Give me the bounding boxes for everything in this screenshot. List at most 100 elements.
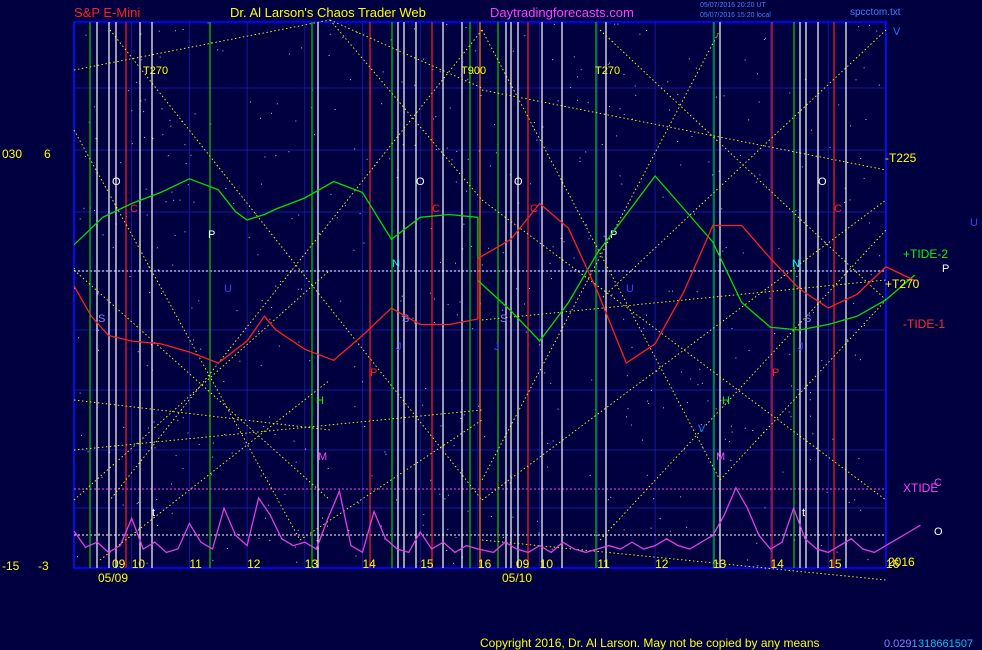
star-dot xyxy=(97,329,99,331)
star-dot xyxy=(342,37,344,38)
star-dot xyxy=(801,166,803,168)
star-dot xyxy=(401,81,403,83)
star-dot xyxy=(449,107,451,109)
star-dot xyxy=(609,106,610,108)
star-dot xyxy=(446,24,448,25)
star-dot xyxy=(646,30,648,31)
event-marker-label: C xyxy=(130,203,138,215)
star-dot xyxy=(173,199,175,201)
star-dot xyxy=(314,134,315,136)
star-dot xyxy=(755,181,757,183)
star-dot xyxy=(98,349,99,351)
star-dot xyxy=(580,69,582,71)
star-dot xyxy=(328,55,330,56)
star-dot xyxy=(268,416,270,418)
star-dot xyxy=(288,151,290,153)
star-dot xyxy=(630,424,632,426)
star-dot xyxy=(146,365,148,367)
star-dot xyxy=(288,53,290,55)
star-dot xyxy=(688,58,690,60)
star-dot xyxy=(330,193,332,195)
star-dot xyxy=(135,81,137,83)
star-dot xyxy=(153,421,155,423)
star-dot xyxy=(878,84,880,86)
hour-tick-label: 12 xyxy=(247,557,261,571)
star-dot xyxy=(650,527,652,529)
star-dot xyxy=(301,288,302,290)
star-dot xyxy=(455,262,456,264)
star-dot xyxy=(570,87,572,88)
star-dot xyxy=(789,92,791,94)
star-dot xyxy=(850,125,851,127)
star-dot xyxy=(812,433,814,435)
star-dot xyxy=(662,196,664,198)
star-dot xyxy=(184,231,186,233)
star-dot xyxy=(791,385,792,387)
right-label-c: C xyxy=(934,477,942,489)
star-dot xyxy=(724,438,726,440)
star-dot xyxy=(296,561,298,563)
star-dot xyxy=(809,415,811,417)
star-dot xyxy=(879,255,881,257)
star-dot xyxy=(298,341,300,343)
star-dot xyxy=(200,348,202,350)
site-link[interactable]: Daytradingforecasts.com xyxy=(490,5,634,20)
star-dot xyxy=(226,548,228,549)
star-dot xyxy=(764,507,766,509)
file-label: spcctom.txt xyxy=(850,7,901,18)
star-dot xyxy=(460,417,462,419)
star-dot xyxy=(456,314,458,316)
star-dot xyxy=(617,23,619,25)
star-dot xyxy=(363,242,365,244)
right-label-tide2: +TIDE-2 xyxy=(903,247,948,261)
star-dot xyxy=(752,430,754,431)
star-dot xyxy=(811,129,813,131)
star-dot xyxy=(384,451,386,453)
star-dot xyxy=(763,39,765,40)
star-dot xyxy=(525,331,527,333)
hour-tick-label: 13 xyxy=(713,557,727,571)
star-dot xyxy=(553,23,555,25)
star-dot xyxy=(453,445,455,447)
star-dot xyxy=(97,293,99,295)
star-dot xyxy=(354,406,356,408)
star-dot xyxy=(267,504,269,506)
star-dot xyxy=(697,384,699,386)
star-dot xyxy=(278,345,280,347)
star-dot xyxy=(447,304,449,306)
star-dot xyxy=(774,333,776,334)
star-dot xyxy=(623,318,625,320)
star-dot xyxy=(463,414,465,416)
star-dot xyxy=(177,419,179,421)
star-dot xyxy=(191,307,193,309)
star-dot xyxy=(860,359,861,361)
star-dot xyxy=(297,288,299,290)
star-dot xyxy=(358,502,360,504)
star-dot xyxy=(759,174,761,176)
star-dot xyxy=(279,280,281,282)
star-dot xyxy=(746,559,748,561)
star-dot xyxy=(154,447,156,449)
star-dot xyxy=(870,274,872,276)
star-dot xyxy=(596,534,598,536)
symbol-label: S&P E-Mini xyxy=(74,5,140,20)
star-dot xyxy=(591,379,593,381)
star-dot xyxy=(609,62,610,64)
star-dot xyxy=(83,207,85,209)
star-dot xyxy=(355,555,357,557)
star-dot xyxy=(298,214,300,216)
star-dot xyxy=(809,399,811,401)
event-marker-label: T270 xyxy=(595,65,620,77)
star-dot xyxy=(832,438,834,440)
star-dot xyxy=(756,542,758,544)
star-dot xyxy=(182,417,184,419)
star-dot xyxy=(735,357,737,359)
star-dot xyxy=(422,404,424,406)
star-dot xyxy=(701,382,703,384)
star-dot xyxy=(129,276,131,278)
star-dot xyxy=(863,325,865,326)
star-dot xyxy=(284,493,286,495)
star-dot xyxy=(435,116,437,118)
star-dot xyxy=(494,124,496,126)
star-dot xyxy=(769,297,771,299)
